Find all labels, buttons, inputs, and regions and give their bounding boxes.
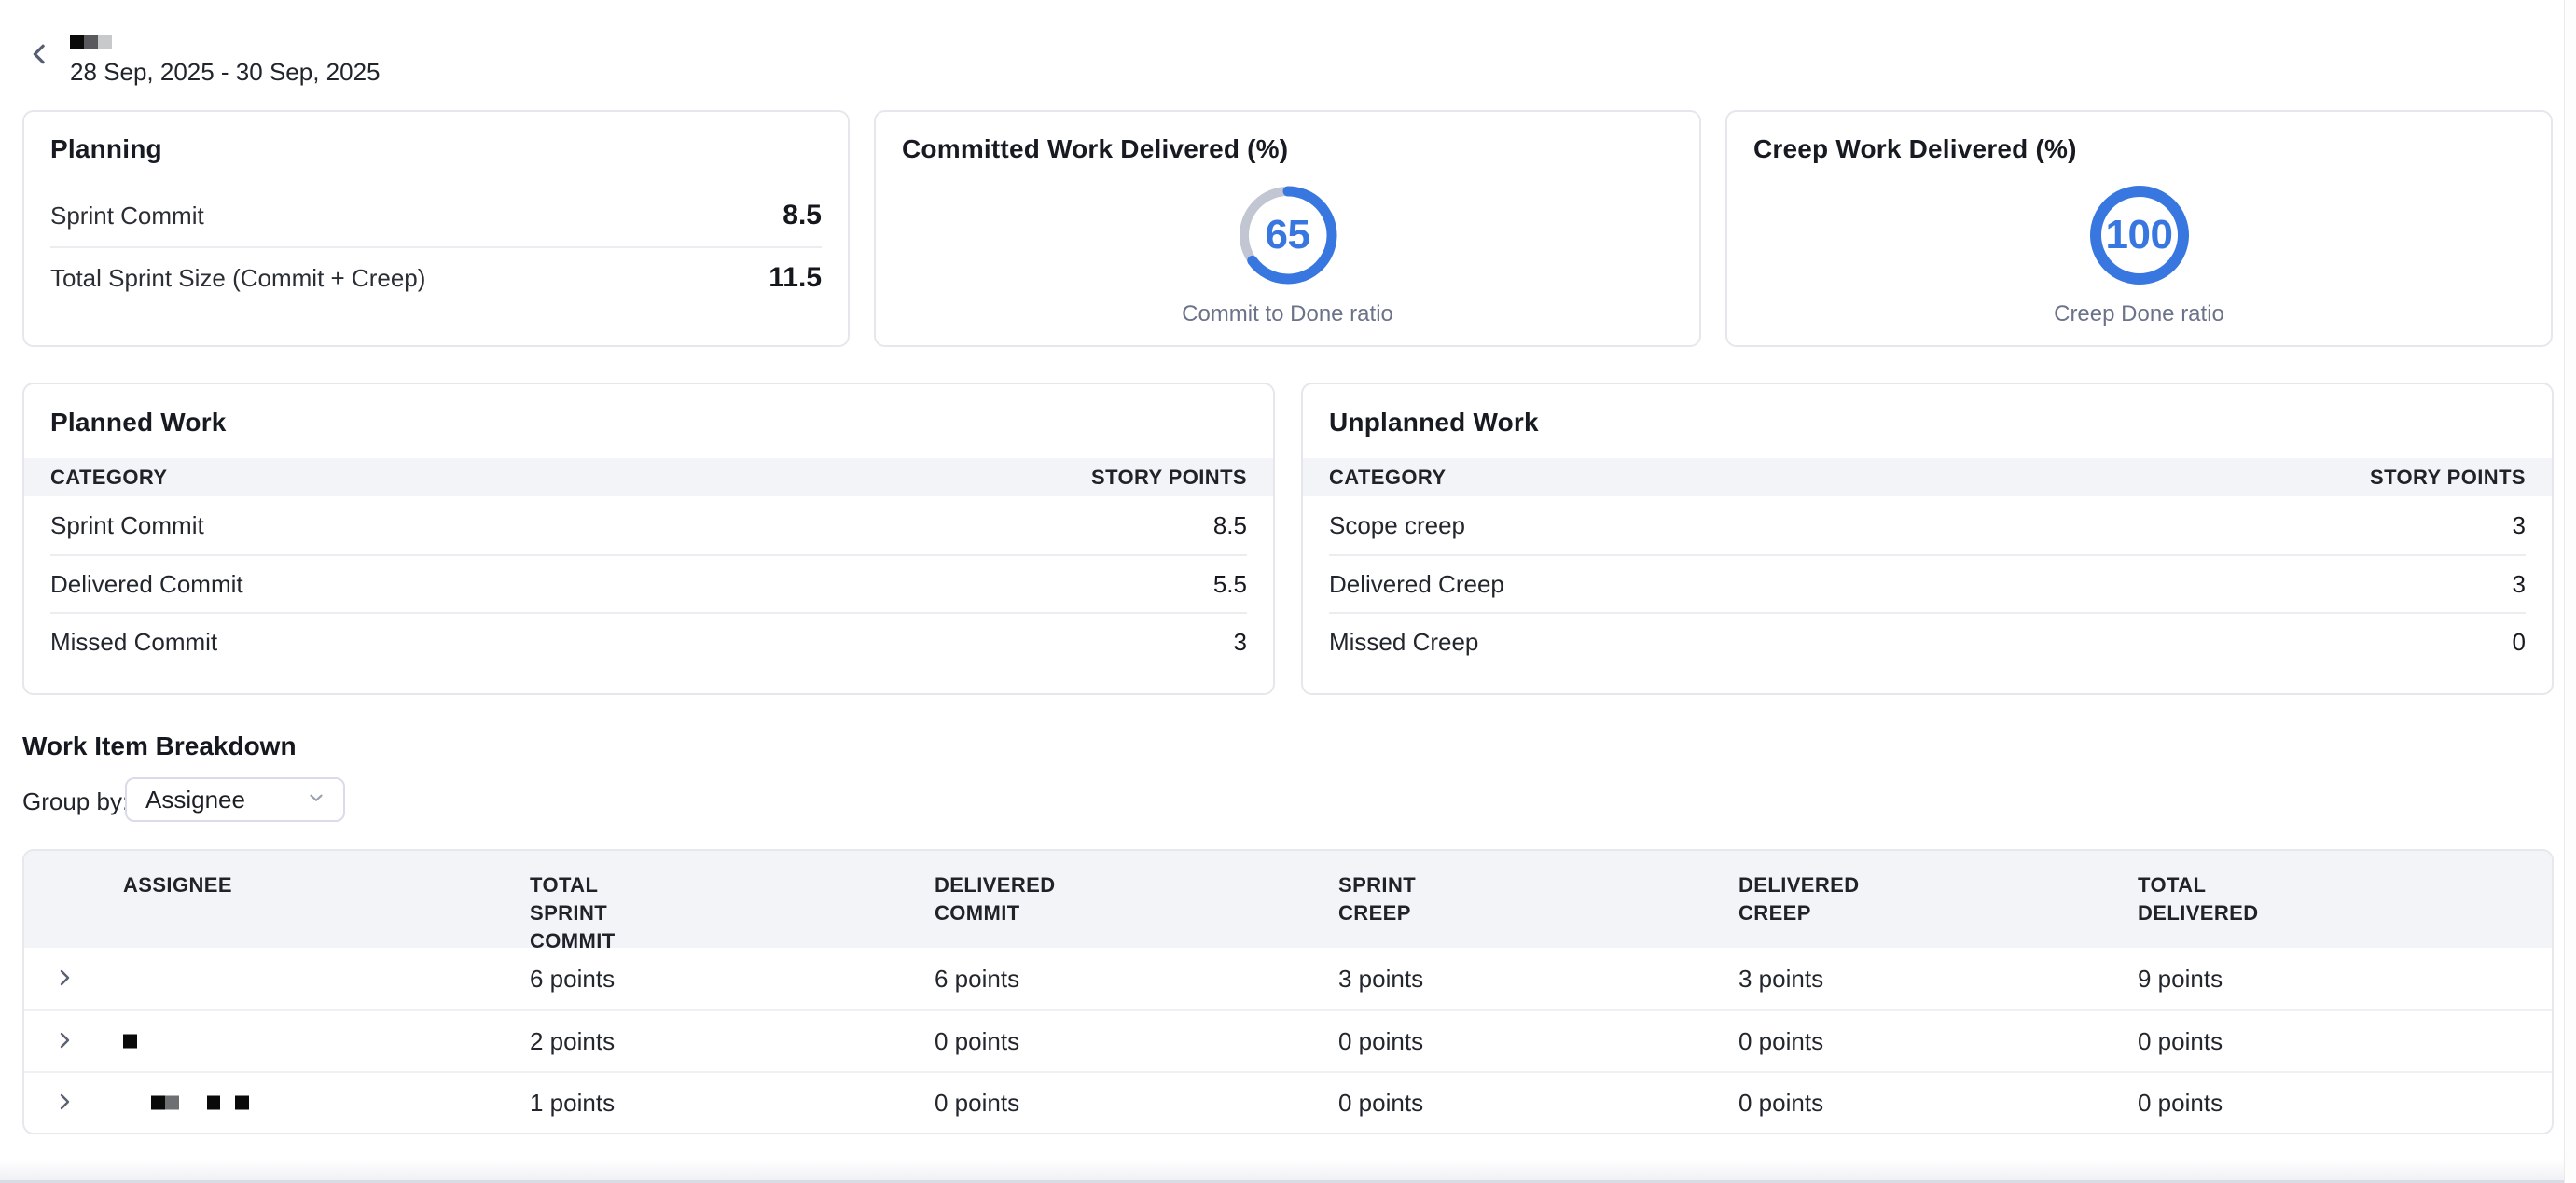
category-cell: Missed Commit [50, 628, 217, 657]
planned-work-title: Planned Work [50, 408, 1247, 438]
unplanned-work-rows: Scope creep 3 Delivered Creep 3 Missed C… [1303, 496, 2552, 670]
chevron-down-icon [306, 787, 326, 813]
table-row: 2 points 0 points 0 points 0 points 0 po… [24, 1009, 2552, 1071]
expand-row-button[interactable] [52, 1029, 76, 1053]
creep-gauge-caption: Creep Done ratio [1727, 301, 2551, 327]
creep-work-delivered-card: Creep Work Delivered (%) 100 Creep Done … [1725, 110, 2553, 347]
category-cell: Scope creep [1329, 511, 1465, 540]
table-row: 6 points 6 points 3 points 3 points 9 po… [24, 948, 2552, 1009]
table-row: Missed Creep 0 [1329, 612, 2526, 670]
creep-percent-value: 100 [2085, 181, 2194, 289]
work-item-breakdown-table: ASSIGNEE TOTAL SPRINT COMMIT DELIVERED C… [22, 849, 2554, 1134]
vertical-scrollbar[interactable] [2564, 0, 2576, 1183]
total-sprint-commit-cell: 6 points [530, 965, 935, 994]
metric-value: 11.5 [769, 262, 822, 294]
assignee-name-redacted [123, 1096, 249, 1110]
group-by-label: Group by: [22, 787, 129, 816]
category-cell: Missed Creep [1329, 628, 1478, 657]
chevron-left-icon [26, 40, 54, 71]
points-cell: 0 [2513, 628, 2526, 657]
table-row: Delivered Commit 5.5 [50, 554, 1247, 612]
column-header-story-points: STORY POINTS [2370, 466, 2526, 490]
planned-work-card: Planned Work CATEGORY STORY POINTS Sprin… [22, 383, 1275, 695]
category-cell: Sprint Commit [50, 511, 204, 540]
column-header-total-sprint-commit: TOTAL SPRINT COMMIT [530, 851, 935, 955]
back-button[interactable] [24, 39, 56, 71]
committed-percent-value: 65 [1234, 181, 1342, 289]
sprint-date-range: 28 Sep, 2025 - 30 Sep, 2025 [70, 58, 381, 87]
committed-gauge-caption: Commit to Done ratio [876, 301, 1699, 327]
unplanned-work-card: Unplanned Work CATEGORY STORY POINTS Sco… [1301, 383, 2554, 695]
delivered-commit-cell: 6 points [935, 965, 1338, 994]
unplanned-work-title: Unplanned Work [1329, 408, 2526, 438]
total-sprint-commit-cell: 2 points [530, 1027, 935, 1056]
expand-row-button[interactable] [52, 1091, 76, 1115]
committed-card-title: Committed Work Delivered (%) [902, 134, 1673, 164]
creep-donut-gauge: 100 [2085, 181, 2194, 289]
table-row: Scope creep 3 [1329, 496, 2526, 554]
delivered-creep-cell: 0 points [1738, 1089, 2138, 1118]
delivered-commit-cell: 0 points [935, 1089, 1338, 1118]
column-header-story-points: STORY POINTS [1091, 466, 1247, 490]
chevron-right-icon [53, 1091, 76, 1116]
sprint-name-redacted [70, 35, 112, 49]
table-row: Sprint Commit 8.5 [50, 496, 1247, 554]
column-header-assignee: ASSIGNEE [24, 851, 530, 955]
points-cell: 3 [1234, 628, 1247, 657]
category-cell: Delivered Commit [50, 570, 243, 599]
sprint-creep-cell: 3 points [1338, 965, 1738, 994]
group-by-select[interactable]: Assignee [125, 777, 345, 822]
creep-card-title: Creep Work Delivered (%) [1753, 134, 2525, 164]
sprint-creep-cell: 0 points [1338, 1027, 1738, 1056]
planning-metrics: Sprint Commit 8.5 Total Sprint Size (Com… [50, 185, 822, 308]
total-delivered-cell: 9 points [2138, 965, 2552, 994]
delivered-commit-cell: 0 points [935, 1027, 1338, 1056]
committed-work-delivered-card: Committed Work Delivered (%) 65 Commit t… [874, 110, 1701, 347]
column-header-sprint-creep: SPRINT CREEP [1338, 851, 1738, 955]
category-cell: Delivered Creep [1329, 570, 1504, 599]
planning-card: Planning Sprint Commit 8.5 Total Sprint … [22, 110, 850, 347]
column-header-category: CATEGORY [1329, 466, 1446, 490]
total-sprint-commit-cell: 1 points [530, 1089, 935, 1118]
column-header-category: CATEGORY [50, 466, 167, 490]
points-cell: 8.5 [1213, 511, 1247, 540]
metric-label: Total Sprint Size (Commit + Creep) [50, 264, 425, 293]
page-header: 28 Sep, 2025 - 30 Sep, 2025 [0, 0, 2576, 103]
table-row: Missed Commit 3 [50, 612, 1247, 670]
points-cell: 3 [2513, 511, 2526, 540]
total-delivered-cell: 0 points [2138, 1089, 2552, 1118]
breakdown-table-header: ASSIGNEE TOTAL SPRINT COMMIT DELIVERED C… [24, 851, 2552, 948]
window-bottom-edge [0, 1159, 2576, 1183]
table-row: 1 points 0 points 0 points 0 points 0 po… [24, 1071, 2552, 1133]
metric-value: 8.5 [782, 200, 822, 231]
metric-row-sprint-commit: Sprint Commit 8.5 [50, 185, 822, 246]
committed-donut-gauge: 65 [1234, 181, 1342, 289]
assignee-name-redacted [123, 1035, 137, 1049]
planned-work-table-header: CATEGORY STORY POINTS [24, 458, 1273, 496]
metric-row-total-sprint-size: Total Sprint Size (Commit + Creep) 11.5 [50, 246, 822, 308]
total-delivered-cell: 0 points [2138, 1027, 2552, 1056]
points-cell: 3 [2513, 570, 2526, 599]
planning-card-title: Planning [50, 134, 822, 164]
column-header-delivered-commit: DELIVERED COMMIT [935, 851, 1338, 955]
column-header-delivered-creep: DELIVERED CREEP [1738, 851, 2138, 955]
points-cell: 5.5 [1213, 570, 1247, 599]
column-header-total-delivered: TOTAL DELIVERED [2138, 851, 2552, 955]
unplanned-work-table-header: CATEGORY STORY POINTS [1303, 458, 2552, 496]
chevron-right-icon [53, 1029, 76, 1054]
delivered-creep-cell: 0 points [1738, 1027, 2138, 1056]
delivered-creep-cell: 3 points [1738, 965, 2138, 994]
chevron-right-icon [53, 967, 76, 992]
metric-label: Sprint Commit [50, 202, 204, 230]
table-row: Delivered Creep 3 [1329, 554, 2526, 612]
group-by-selected-value: Assignee [145, 786, 245, 814]
sprint-creep-cell: 0 points [1338, 1089, 1738, 1118]
planned-work-rows: Sprint Commit 8.5 Delivered Commit 5.5 M… [24, 496, 1273, 670]
sprint-report-page: 28 Sep, 2025 - 30 Sep, 2025 Planning Spr… [0, 0, 2576, 1183]
expand-row-button[interactable] [52, 967, 76, 991]
work-item-breakdown-title: Work Item Breakdown [22, 731, 297, 761]
